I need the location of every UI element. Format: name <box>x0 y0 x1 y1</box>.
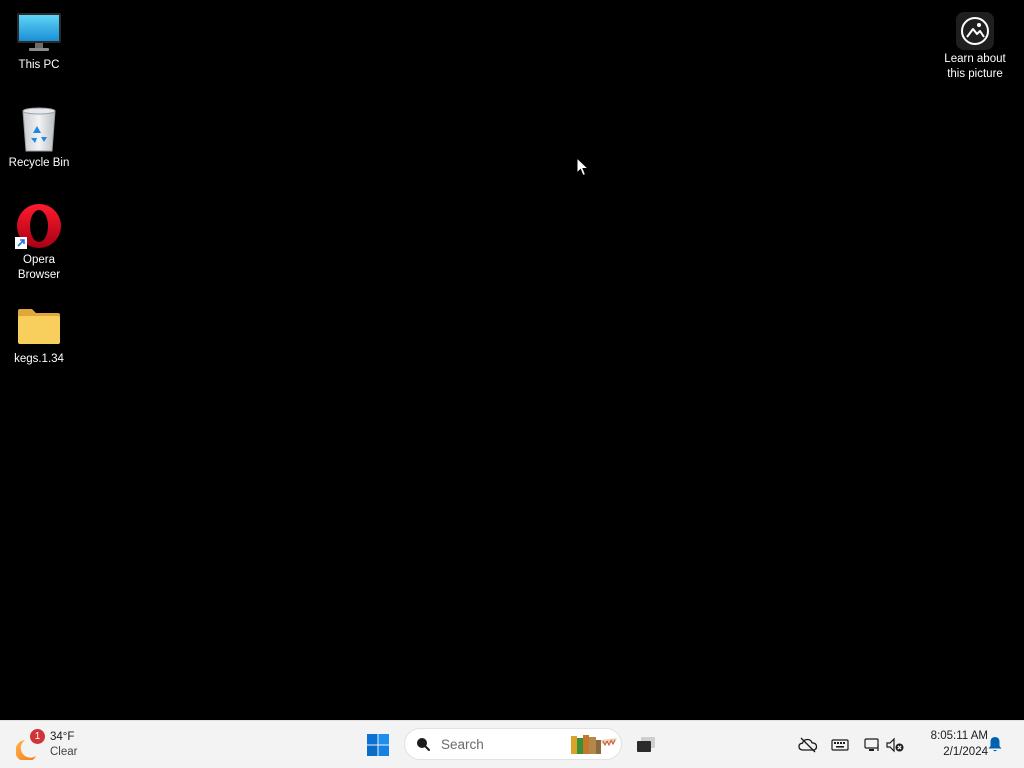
network-icon <box>864 738 879 751</box>
desktop-icon-label: Recycle Bin <box>8 157 70 169</box>
weather-condition: Clear <box>50 746 78 758</box>
weather-temperature: 34°F <box>50 731 75 743</box>
spotlight-label-line2: this picture <box>947 68 1003 80</box>
weather-notification-badge: 1 <box>30 729 45 744</box>
quick-settings-button[interactable] <box>860 729 908 761</box>
clock-time: 8:05:11 AM <box>930 730 988 742</box>
recycle-bin-icon <box>15 106 63 154</box>
desktop-icon-label: This PC <box>18 59 60 71</box>
onedrive-offline-icon <box>798 737 818 753</box>
spotlight-label-line1: Learn about <box>944 53 1006 65</box>
learn-about-this-picture[interactable]: Learn about this picture <box>938 10 1012 82</box>
task-view-button[interactable] <box>630 729 662 761</box>
windows-start-icon <box>367 734 389 756</box>
desktop-icon-label: kegs.1.34 <box>14 353 64 365</box>
folder-icon <box>15 302 63 350</box>
mouse-cursor-icon <box>576 156 590 182</box>
task-view-icon <box>637 737 655 752</box>
desktop: This PC Recycle Bin Opera Browser kegs.1… <box>0 0 1024 720</box>
spotlight-camera-icon <box>954 10 996 52</box>
onedrive-status-button[interactable] <box>796 729 820 761</box>
start-button[interactable] <box>362 729 394 761</box>
taskbar: 1 34°F Clear Search 8:05:11 AM 2/1/2024 <box>0 720 1024 768</box>
search-placeholder: Search <box>441 736 484 752</box>
desktop-icon-kegs-folder[interactable]: kegs.1.34 <box>3 302 75 367</box>
taskbar-clock[interactable]: 8:05:11 AM 2/1/2024 <box>912 728 988 760</box>
weather-moon-icon: 1 <box>15 729 46 762</box>
desktop-icon-this-pc[interactable]: This PC <box>3 8 75 73</box>
keyboard-icon <box>831 739 849 751</box>
desktop-icon-opera-browser[interactable]: Opera Browser <box>3 203 75 283</box>
search-highlight-books-icon <box>571 735 617 754</box>
desktop-icon-recycle-bin[interactable]: Recycle Bin <box>3 106 75 171</box>
touch-keyboard-button[interactable] <box>828 729 852 761</box>
weather-widget[interactable]: 1 34°F Clear <box>15 727 78 763</box>
monitor-icon <box>15 8 63 56</box>
clock-date: 2/1/2024 <box>943 746 988 758</box>
search-icon <box>417 738 430 751</box>
opera-icon <box>15 203 63 251</box>
desktop-icon-label: Opera Browser <box>17 254 61 281</box>
bell-icon <box>988 737 1002 752</box>
taskbar-search-box[interactable]: Search <box>404 728 622 760</box>
volume-muted-icon <box>886 737 904 753</box>
notifications-button[interactable] <box>986 735 1006 755</box>
